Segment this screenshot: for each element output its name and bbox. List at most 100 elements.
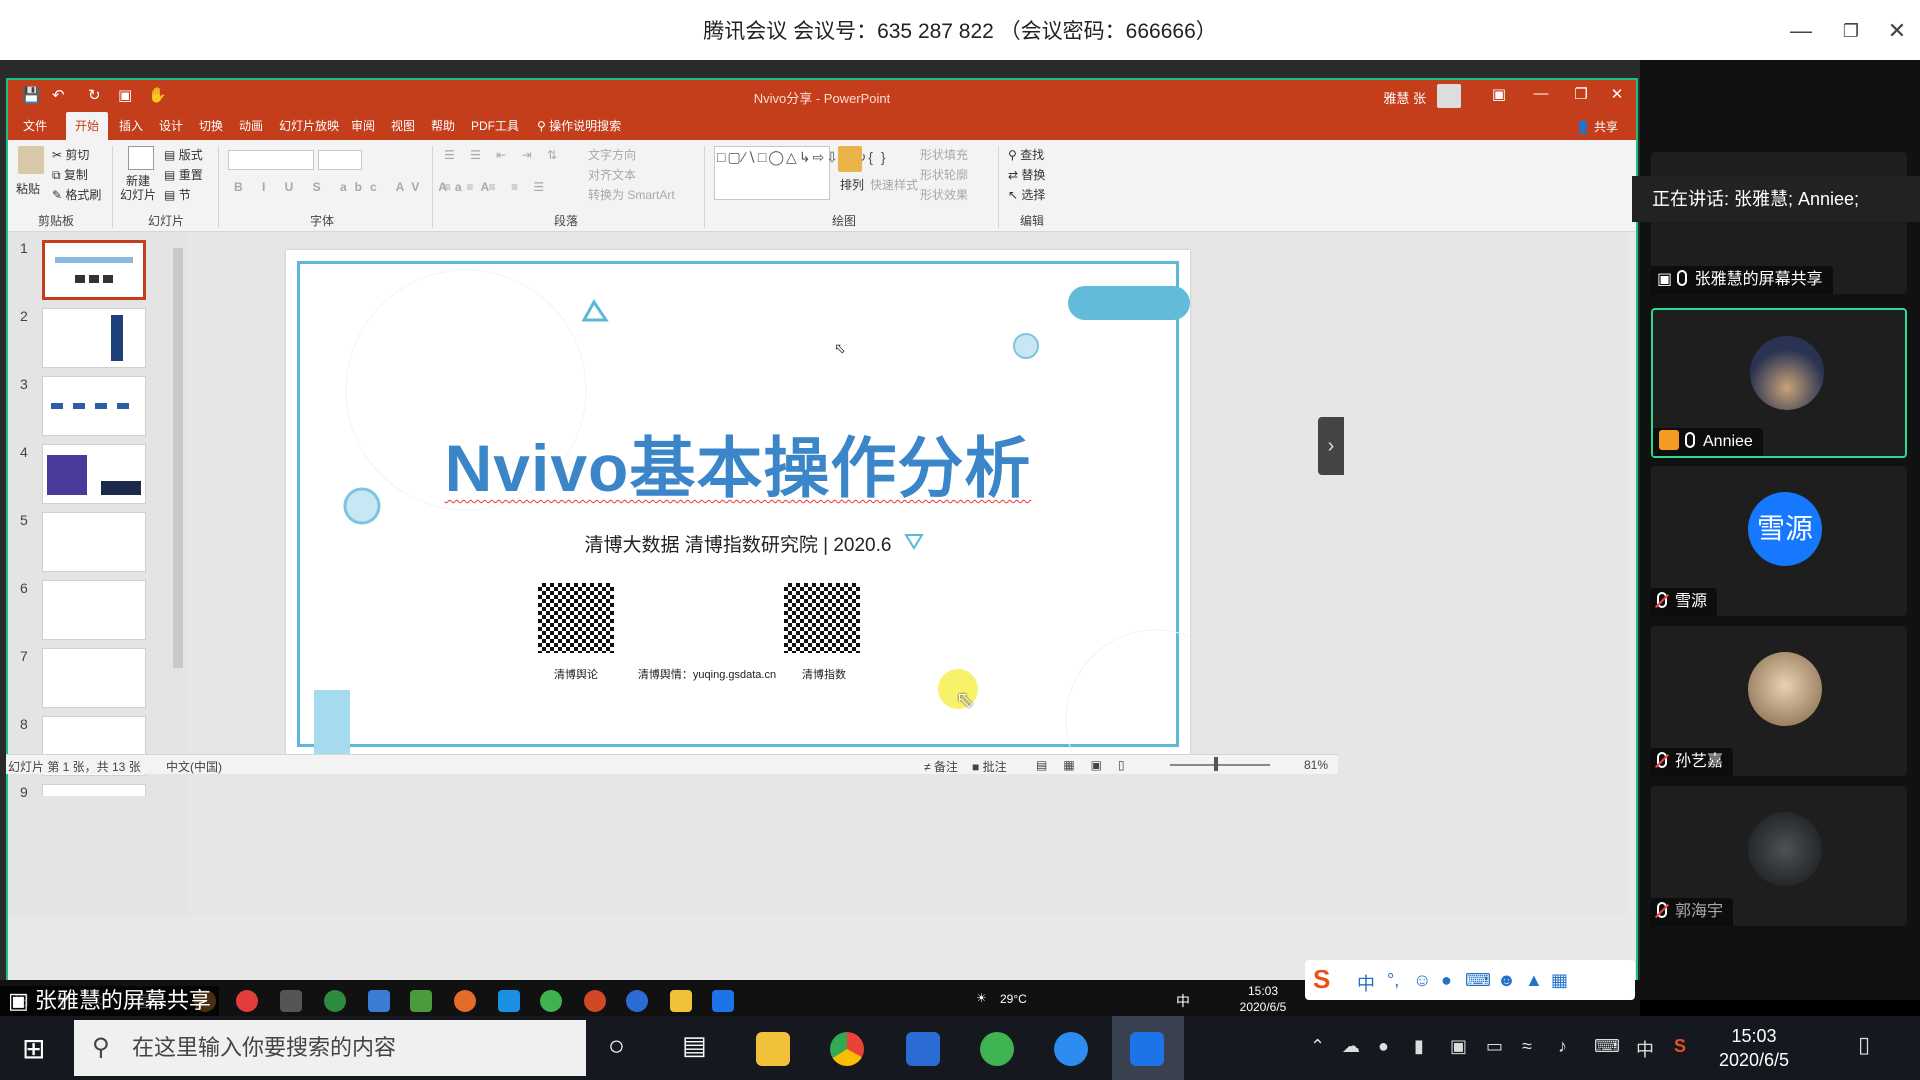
shapes-gallery[interactable]: □▢∕∖□◯△↳⇨⇩☆↻{ }: [714, 146, 886, 200]
screen-icon[interactable]: ▣: [1450, 1036, 1467, 1057]
tencent-meeting-icon[interactable]: [1130, 1032, 1164, 1066]
ime-indicator[interactable]: 中: [1636, 1036, 1654, 1062]
select-button[interactable]: ↖ 选择: [1008, 186, 1045, 203]
new-slide-icon[interactable]: [128, 146, 154, 170]
tab-pdf-tools[interactable]: PDF工具: [462, 112, 528, 140]
paste-icon[interactable]: [18, 146, 44, 174]
cortana-icon[interactable]: ○: [608, 1030, 625, 1062]
voice-icon[interactable]: ●: [1441, 970, 1452, 991]
restore-button[interactable]: ❐: [1836, 16, 1866, 46]
account-avatar[interactable]: [1437, 84, 1461, 108]
ime-mode-icon[interactable]: 中: [1357, 970, 1375, 996]
file-explorer-icon[interactable]: [670, 990, 692, 1012]
app-icon[interactable]: [906, 1032, 940, 1066]
ppt-restore-button[interactable]: ❐: [1566, 85, 1596, 103]
netease-music-icon[interactable]: [236, 990, 258, 1012]
powerpoint-icon[interactable]: [584, 990, 606, 1012]
align-icons[interactable]: ≡ ≡ ≡ ≡ ☰: [444, 180, 550, 194]
participant-tile[interactable]: 雪源 雪源: [1651, 466, 1907, 616]
shape-effects-button[interactable]: 形状效果: [920, 186, 968, 203]
align-text-button[interactable]: 对齐文本: [588, 166, 636, 183]
keyboard-icon[interactable]: ⌨: [1594, 1036, 1620, 1057]
ppt-minimize-button[interactable]: —: [1526, 85, 1556, 102]
show-hidden-icons[interactable]: ⌃: [1310, 1036, 1325, 1057]
wechat-tray-icon[interactable]: ●: [1378, 1036, 1389, 1057]
app-icon[interactable]: [410, 990, 432, 1012]
clock[interactable]: 15:03 2020/6/5: [1704, 1024, 1804, 1072]
toolbox-icon[interactable]: ▦: [1551, 970, 1568, 991]
microphone-icon[interactable]: ▮: [1414, 1036, 1424, 1057]
participant-tile[interactable]: 郭海宇: [1651, 786, 1907, 926]
language-indicator[interactable]: 中文(中国): [166, 758, 222, 775]
taskbar-search-box[interactable]: ⚲ 在这里输入你要搜索的内容: [74, 1020, 586, 1076]
tab-transitions[interactable]: 切换: [190, 112, 232, 140]
account-name[interactable]: 雅慧 张: [1383, 88, 1426, 107]
view-buttons[interactable]: ▤▦▣▯: [1036, 758, 1141, 772]
participant-tile[interactable]: 孙艺嘉: [1651, 626, 1907, 776]
ppt-close-button[interactable]: ✕: [1602, 85, 1632, 103]
cloud-icon[interactable]: ☁: [1342, 1036, 1360, 1057]
tencent-meeting-icon[interactable]: [712, 990, 734, 1012]
clock[interactable]: 15:03 2020/6/5: [1236, 983, 1290, 1015]
zoom-level[interactable]: 81%: [1304, 758, 1328, 772]
convert-smartart-button[interactable]: 转换为 SmartArt: [588, 186, 675, 203]
wechat-icon[interactable]: [980, 1032, 1014, 1066]
slide-thumbnail-4[interactable]: [42, 444, 146, 504]
wifi-icon[interactable]: ≈: [1522, 1036, 1532, 1057]
task-view-icon[interactable]: ▤: [682, 1030, 707, 1061]
slide[interactable]: Nvivo基本操作分析 清博大数据 清博指数研究院 | 2020.6 清博舆论 …: [286, 250, 1190, 758]
thumbnail-scroll-thumb[interactable]: [173, 248, 183, 668]
tab-design[interactable]: 设计: [150, 112, 192, 140]
sogou-logo-icon[interactable]: S: [1313, 964, 1330, 995]
windows-start-icon[interactable]: ⊞: [22, 1032, 45, 1065]
minimize-button[interactable]: —: [1786, 16, 1816, 46]
font-size-select[interactable]: [318, 150, 362, 170]
sogou-tray-icon[interactable]: S: [1674, 1036, 1686, 1057]
layout-button[interactable]: ▤ 版式: [164, 146, 203, 163]
tab-home[interactable]: 开始: [66, 112, 109, 140]
app-icon[interactable]: [280, 990, 302, 1012]
tab-animations[interactable]: 动画: [230, 112, 272, 140]
notification-icon[interactable]: ▯: [1858, 1032, 1870, 1058]
wechat-icon[interactable]: [540, 990, 562, 1012]
participant-tile[interactable]: Anniee: [1651, 308, 1907, 458]
slide-thumbnail-1[interactable]: [42, 240, 146, 300]
shape-fill-button[interactable]: 形状填充: [920, 146, 968, 163]
section-button[interactable]: ▤ 节: [164, 186, 191, 203]
slide-thumbnail-7[interactable]: [42, 648, 146, 708]
reset-button[interactable]: ▤ 重置: [164, 166, 203, 183]
slide-thumbnail-3[interactable]: [42, 376, 146, 436]
format-painter-button[interactable]: ✎ 格式刷: [52, 186, 101, 203]
firefox-icon[interactable]: [454, 990, 476, 1012]
slide-thumbnail-9[interactable]: [42, 784, 146, 796]
emoji-icon[interactable]: ☺: [1413, 970, 1431, 991]
text-direction-button[interactable]: 文字方向: [588, 146, 636, 163]
arrange-icon[interactable]: [838, 146, 862, 172]
battery-icon[interactable]: ▭: [1486, 1036, 1503, 1057]
app-icon[interactable]: [498, 990, 520, 1012]
new-slide-button[interactable]: 新建 幻灯片: [120, 174, 156, 202]
comments-button[interactable]: ■ 批注: [972, 758, 1007, 775]
slide-thumbnail-5[interactable]: [42, 512, 146, 572]
user-icon[interactable]: ☻: [1497, 970, 1516, 991]
tab-help[interactable]: 帮助: [422, 112, 464, 140]
tab-slideshow[interactable]: 幻灯片放映: [270, 112, 348, 140]
slide-thumbnail-2[interactable]: [42, 308, 146, 368]
volume-icon[interactable]: ♪: [1558, 1036, 1567, 1057]
find-button[interactable]: ⚲ 查找: [1008, 146, 1044, 163]
zoom-slider[interactable]: [1170, 764, 1270, 766]
app-icon[interactable]: [1054, 1032, 1088, 1066]
app-icon[interactable]: [324, 990, 346, 1012]
tell-me-search[interactable]: ⚲ 操作说明搜索: [528, 112, 630, 140]
expand-panel-button[interactable]: ›: [1318, 417, 1344, 475]
tab-review[interactable]: 审阅: [342, 112, 384, 140]
tab-insert[interactable]: 插入: [110, 112, 152, 140]
notes-button[interactable]: ≠ 备注: [924, 758, 958, 775]
paste-button[interactable]: 粘贴: [16, 180, 40, 197]
quick-styles-button[interactable]: 快速样式: [870, 176, 918, 193]
share-button[interactable]: 👤 共享: [1576, 118, 1618, 135]
arrange-button[interactable]: 排列: [840, 176, 864, 193]
ribbon-display-icon[interactable]: ▣: [1484, 85, 1514, 103]
slide-thumbnail-6[interactable]: [42, 580, 146, 640]
app-icon[interactable]: [626, 990, 648, 1012]
